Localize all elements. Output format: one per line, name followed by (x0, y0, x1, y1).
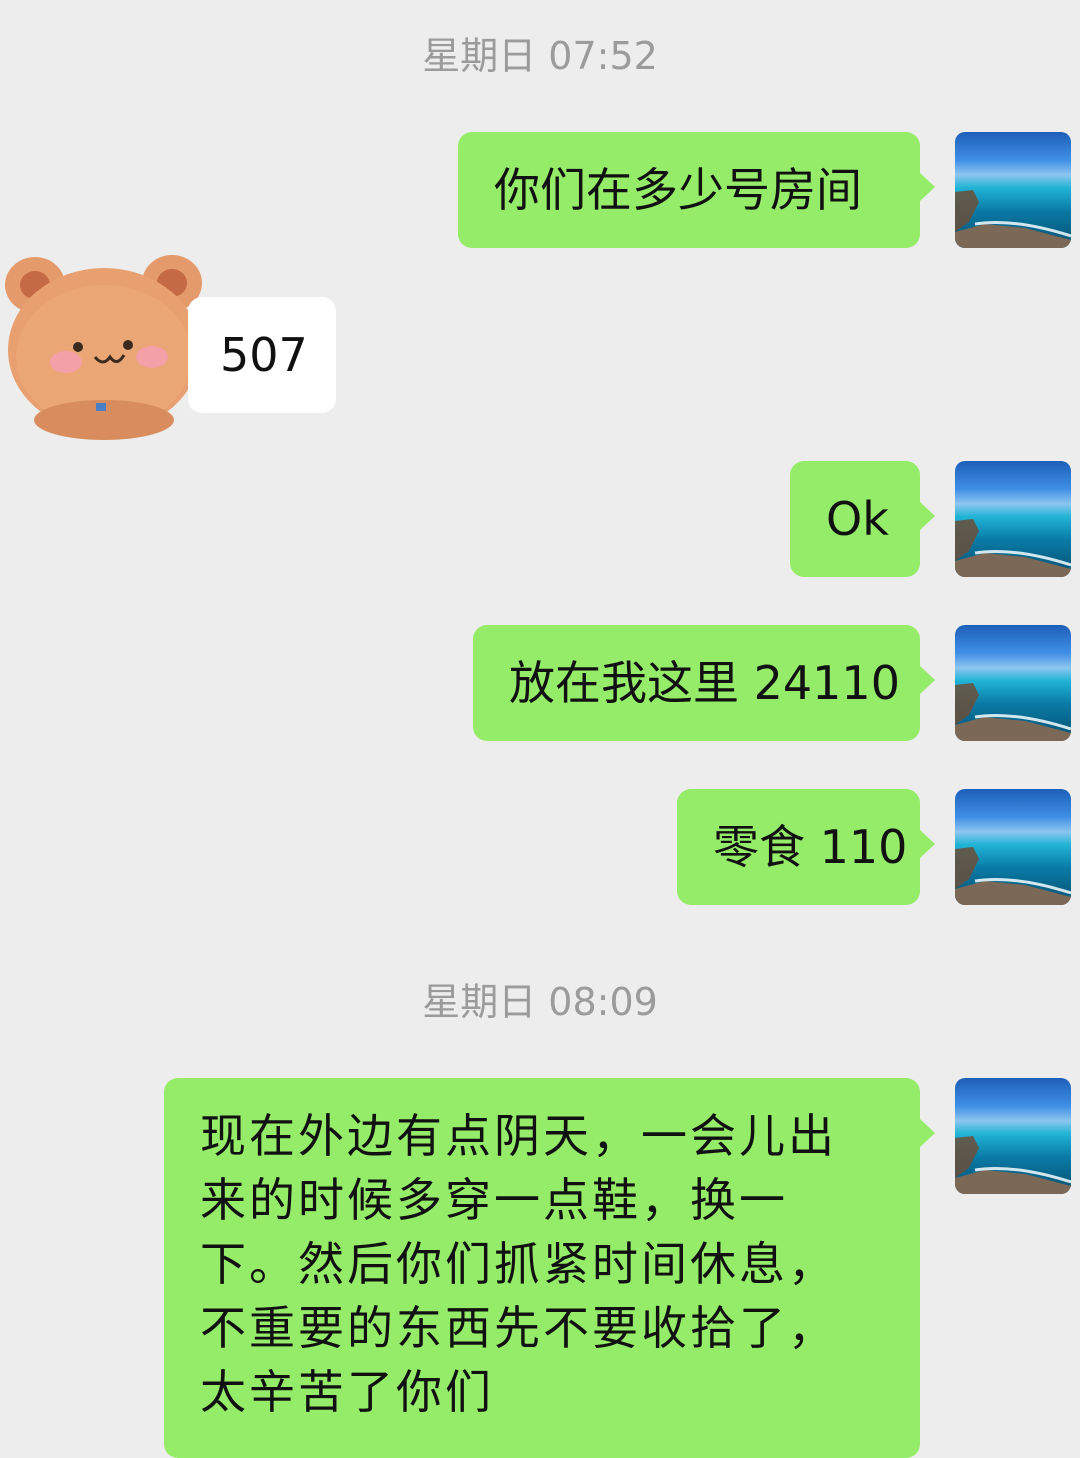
ocean-coast-photo-icon (955, 190, 1071, 248)
message-bubble-sent[interactable]: 你们在多少号房间 (458, 132, 935, 248)
my-avatar[interactable] (955, 132, 1071, 248)
message-text: 现在外边有点阴天，一会儿出来的时候多穿一点鞋，换一下。然后你们抓紧时间休息，不重… (200, 1109, 837, 1419)
ocean-coast-photo-icon (955, 1136, 1071, 1194)
message-bubble-sent[interactable]: Ok (790, 461, 935, 577)
timestamp: 星期日 07:52 (422, 34, 658, 78)
ocean-coast-photo-icon (955, 847, 1071, 905)
teddy-bear-sticker-icon[interactable] (0, 245, 210, 445)
message-bubble-received[interactable]: 507 (188, 297, 336, 413)
timestamp: 星期日 08:09 (422, 980, 658, 1024)
ocean-coast-photo-icon (955, 519, 1071, 577)
my-avatar[interactable] (955, 461, 1071, 577)
my-avatar[interactable] (955, 625, 1071, 741)
message-text: 你们在多少号房间 (494, 163, 862, 217)
my-avatar[interactable] (955, 1078, 1071, 1194)
message-text: 放在我这里 24110 (509, 656, 900, 710)
message-bubble-sent[interactable]: 现在外边有点阴天，一会儿出来的时候多穿一点鞋，换一下。然后你们抓紧时间休息，不重… (164, 1078, 935, 1458)
message-bubble-sent[interactable]: 放在我这里 24110 (473, 625, 935, 741)
message-text: 零食 110 (713, 820, 908, 874)
my-avatar[interactable] (955, 789, 1071, 905)
chat-area[interactable]: 星期日 07:52 你们在多少号房间 507 Ok 放在我这里 24110 零食… (0, 0, 1080, 1458)
ocean-coast-photo-icon (955, 683, 1071, 741)
message-bubble-sent[interactable]: 零食 110 (677, 789, 935, 905)
message-text: 507 (220, 328, 308, 382)
message-text: Ok (826, 492, 889, 546)
